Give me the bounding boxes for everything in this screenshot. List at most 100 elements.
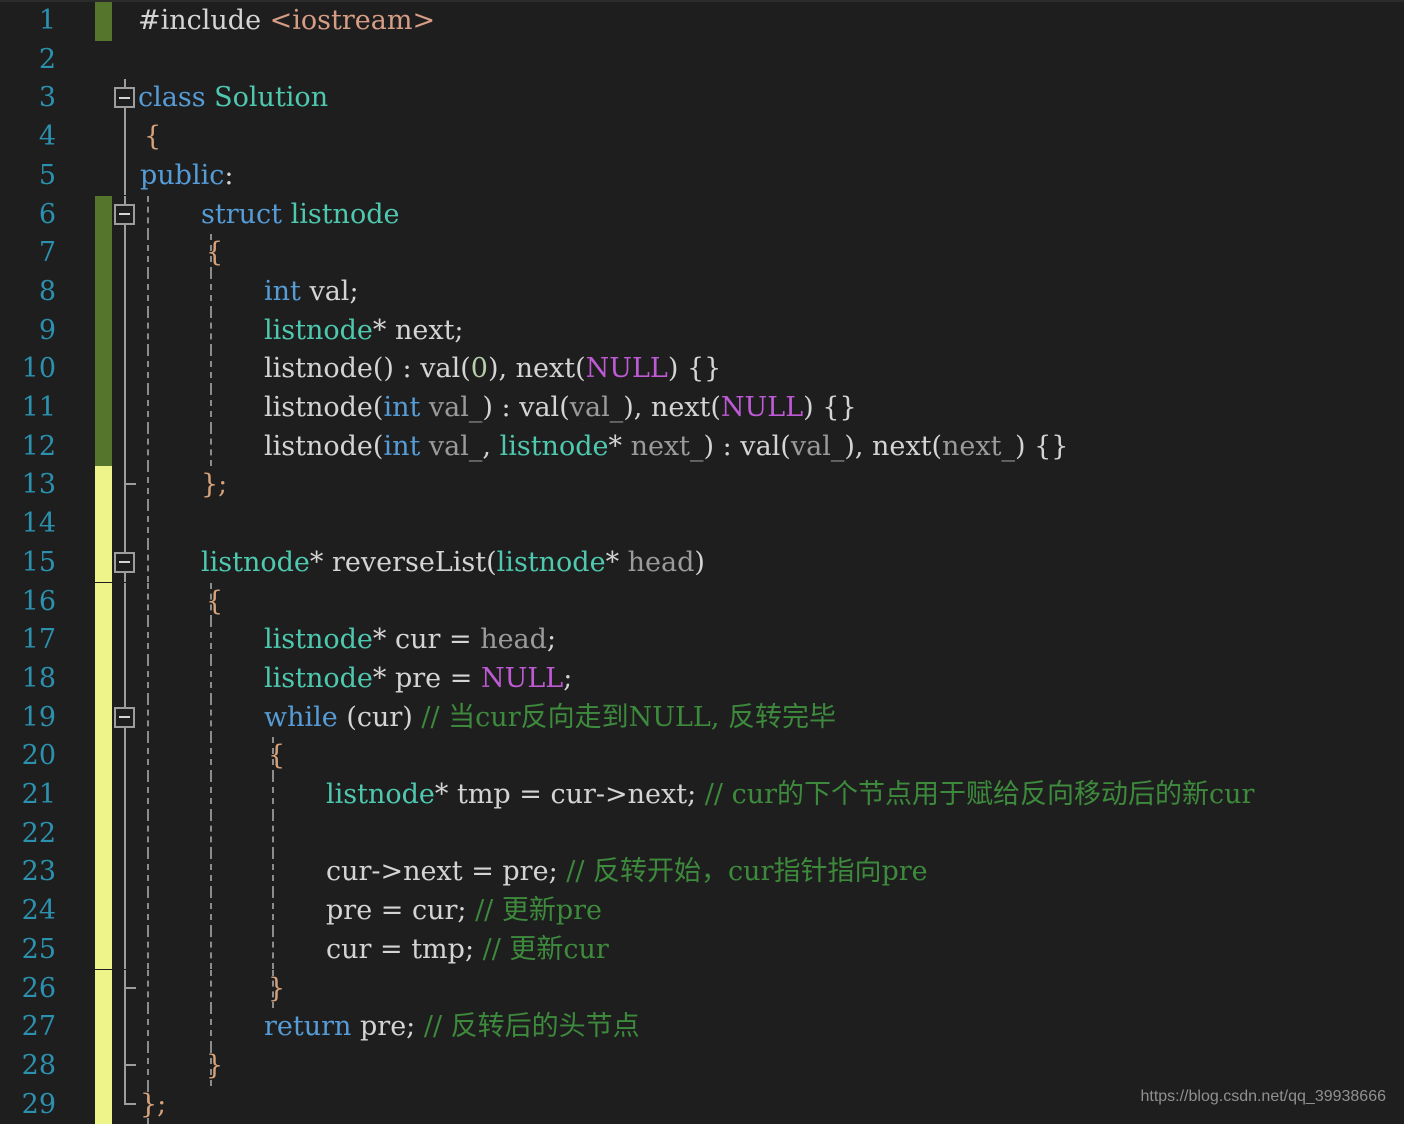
code-line-21[interactable]: 21 listnode* tmp = cur->next; // cur的下个节点… (0, 776, 1404, 815)
token-18-0: listnode (264, 662, 373, 694)
code-line-14[interactable]: 14 (0, 505, 1404, 544)
code-line-2[interactable]: 2 (0, 41, 1404, 80)
code-line-6[interactable]: 6 struct listnode (0, 195, 1404, 235)
code-text-15[interactable]: listnode* reverseList(listnode* head) (201, 544, 705, 583)
line-number-4: 4 (38, 121, 56, 153)
code-text-11[interactable]: listnode(int val_) : val(val_), next(NUL… (264, 389, 857, 428)
code-line-12[interactable]: 12 listnode(int val_, listnode* next_) : … (0, 427, 1404, 467)
token-10-4: NULL (585, 353, 668, 385)
fold-guide-line-12 (124, 427, 126, 467)
code-line-4[interactable]: 4{ (0, 118, 1404, 157)
code-line-22[interactable]: 22 (0, 814, 1404, 854)
code-text-26[interactable]: } (268, 970, 285, 1009)
token-11-1: ( (372, 392, 384, 423)
code-text-20[interactable]: { (268, 737, 285, 776)
code-line-24[interactable]: 24 pre = cur; // 更新pre (0, 892, 1404, 931)
code-text-27[interactable]: return pre; // 反转后的头节点 (264, 1008, 640, 1047)
token-12-6: listnode (499, 430, 609, 462)
code-text-3[interactable]: class Solution (138, 79, 328, 118)
code-line-9[interactable]: 9 listnode* next; (0, 311, 1404, 351)
code-line-18[interactable]: 18 listnode* pre = NULL; (0, 659, 1404, 699)
code-text-8[interactable]: int val; (264, 273, 359, 312)
token-12-5: , (482, 430, 500, 462)
token-21-1: * tmp = cur->next; (434, 779, 705, 810)
code-text-12[interactable]: listnode(int val_, listnode* next_) : va… (264, 428, 1068, 467)
code-line-8[interactable]: 8 int val; (0, 272, 1404, 312)
token-10-1: () : val( (372, 353, 471, 385)
code-line-3[interactable]: 3 class Solution (0, 79, 1404, 119)
token-29-0: }; (140, 1088, 167, 1120)
code-editor[interactable]: 1 #include <iostream> 2 3 class Solution 4{5 p… (0, 0, 1404, 1124)
indent-guide-7-0 (147, 234, 149, 273)
line-number-28: 28 (21, 1049, 56, 1081)
indent-guide-11-1 (210, 389, 212, 428)
code-line-1[interactable]: 1 #include <iostream> (0, 2, 1404, 41)
code-text-1[interactable]: #include <iostream> (138, 2, 435, 41)
code-text-5[interactable]: public: (140, 157, 233, 196)
indent-guide-25-0 (147, 930, 149, 970)
code-line-26[interactable]: 26} (0, 969, 1404, 1009)
code-text-13[interactable]: }; (201, 466, 227, 505)
code-text-6[interactable]: struct listnode (201, 196, 399, 235)
fold-collapse-icon-19[interactable] (114, 706, 135, 728)
indent-guide-15-0 (147, 543, 149, 583)
indent-guide-27-0 (147, 1008, 149, 1047)
fold-guide-line-7 (124, 234, 126, 273)
token-27-2: // 反转后的头节点 (423, 1011, 640, 1043)
change-marker-21 (95, 776, 112, 815)
code-line-27[interactable]: 27 return pre; // 反转后的头节点 (0, 1008, 1404, 1047)
indent-guide-16-0 (147, 582, 149, 622)
code-text-7[interactable]: { (206, 234, 223, 273)
code-line-15[interactable]: 15 listnode* reverseList(listnode* head) (0, 543, 1404, 583)
code-text-23[interactable]: cur->next = pre; // 反转开始，cur指针指向pre (326, 853, 928, 892)
change-marker-1 (95, 2, 112, 41)
code-line-20[interactable]: 20 { (0, 737, 1404, 776)
code-line-10[interactable]: 10 listnode() : val(0), next(NULL) {} (0, 350, 1404, 389)
code-text-24[interactable]: pre = cur; // 更新pre (326, 892, 602, 931)
code-text-19[interactable]: while (cur) // 当cur反向走到NULL, 反转完毕 (264, 699, 836, 738)
fold-collapse-icon-15[interactable] (114, 551, 135, 573)
change-marker-20 (95, 737, 112, 776)
code-line-17[interactable]: 17 listnode* cur = head; (0, 621, 1404, 660)
token-19-2: // 当cur反向走到NULL, 反转完毕 (421, 701, 837, 733)
change-marker-18 (95, 659, 112, 699)
code-text-17[interactable]: listnode* cur = head; (264, 621, 556, 660)
token-9-1: * next; (372, 314, 464, 346)
indent-guide-24-1 (210, 892, 212, 931)
line-number-2: 2 (38, 43, 56, 75)
fold-guide-line-13 (124, 466, 126, 506)
token-10-5: ) {} (667, 353, 722, 385)
code-line-19[interactable]: 19 while (cur) // 当cur反向走到NULL, 反转完毕 (0, 698, 1404, 738)
token-11-2: int (383, 392, 421, 423)
token-11-6: val_ (569, 392, 624, 423)
indent-guide-28-0 (147, 1046, 149, 1086)
code-text-9[interactable]: listnode* next; (264, 312, 464, 351)
code-line-11[interactable]: 11 listnode(int val_) : val(val_), next(N… (0, 389, 1404, 428)
token-5-0: public (140, 159, 225, 191)
code-line-7[interactable]: 7{ (0, 234, 1404, 273)
code-text-25[interactable]: cur = tmp; // 更新cur (326, 931, 609, 970)
code-line-25[interactable]: 25 cur = tmp; // 更新cur (0, 930, 1404, 970)
code-line-23[interactable]: 23 cur->next = pre; // 反转开始，cur指针指向pre (0, 853, 1404, 893)
code-line-13[interactable]: 13}; (0, 466, 1404, 506)
code-text-29[interactable]: }; (140, 1086, 166, 1124)
code-line-28[interactable]: 28} (0, 1046, 1404, 1086)
change-marker-6 (95, 195, 112, 235)
code-line-16[interactable]: 16 { (0, 582, 1404, 622)
fold-collapse-icon-6[interactable] (114, 203, 135, 225)
code-text-28[interactable]: } (206, 1047, 223, 1086)
fold-collapse-icon-3[interactable] (114, 87, 135, 109)
change-marker-22 (95, 814, 112, 854)
code-line-5[interactable]: 5 public: (0, 156, 1404, 196)
indent-guide-22-0 (147, 814, 149, 854)
code-text-21[interactable]: listnode* tmp = cur->next; // cur的下个节点用于… (326, 776, 1254, 815)
line-number-13: 13 (21, 469, 56, 501)
token-27-1: pre; (351, 1011, 424, 1043)
change-marker-3 (95, 79, 112, 118)
token-25-1: // 更新cur (482, 933, 609, 965)
code-text-10[interactable]: listnode() : val(0), next(NULL) {} (264, 350, 721, 389)
code-text-18[interactable]: listnode* pre = NULL; (264, 660, 572, 699)
code-text-4[interactable]: { (144, 118, 161, 157)
code-text-16[interactable]: { (206, 583, 223, 622)
line-number-16: 16 (21, 585, 56, 617)
